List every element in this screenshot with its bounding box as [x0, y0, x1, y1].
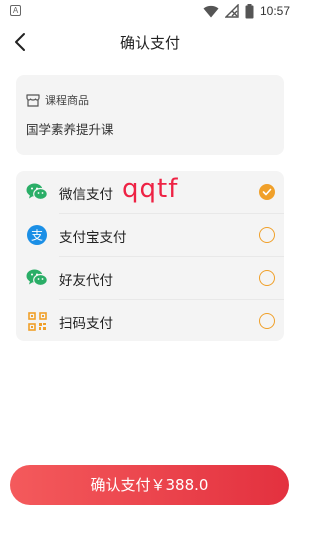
battery-icon [245, 3, 254, 18]
radio-checked-icon[interactable] [259, 184, 275, 200]
watermark: qqtf [122, 174, 179, 204]
radio-unchecked-icon[interactable] [259, 227, 275, 243]
radio-unchecked-icon[interactable] [259, 270, 275, 286]
notification-badge: A [10, 5, 21, 16]
status-time: 10:57 [259, 4, 290, 18]
signal-off-icon [224, 4, 239, 18]
status-icons: 10:57 [203, 3, 290, 19]
status-bar: A 10:57 [0, 0, 300, 22]
page-title: 确认支付 [119, 34, 180, 52]
store-icon [26, 93, 40, 107]
alipay-icon: 支 [26, 224, 48, 246]
wechat-icon [26, 181, 48, 203]
product-category: 课程商品 [26, 92, 89, 108]
payment-option-label: 扫码支付 [59, 316, 113, 332]
svg-text:支: 支 [31, 229, 43, 243]
confirm-payment-button[interactable]: 确认支付￥388.0 [10, 465, 289, 505]
qr-code-icon [26, 310, 48, 332]
payment-option-label: 微信支付 [59, 187, 113, 203]
payment-option-scan[interactable]: 扫码支付 [16, 300, 284, 342]
product-card: 课程商品 国学素养提升课 [16, 75, 284, 155]
product-category-label: 课程商品 [45, 94, 89, 107]
wifi-icon [203, 5, 219, 17]
radio-unchecked-icon[interactable] [259, 313, 275, 329]
payment-option-label: 好友代付 [59, 273, 113, 289]
payment-option-alipay[interactable]: 支 支付宝支付 [16, 214, 284, 256]
product-name: 国学素养提升课 [26, 122, 114, 137]
payment-option-label: 支付宝支付 [59, 230, 127, 246]
payment-option-friend-pay[interactable]: 好友代付 [16, 257, 284, 299]
wechat-icon [26, 267, 48, 289]
nav-bar: 确认支付 [0, 22, 300, 62]
